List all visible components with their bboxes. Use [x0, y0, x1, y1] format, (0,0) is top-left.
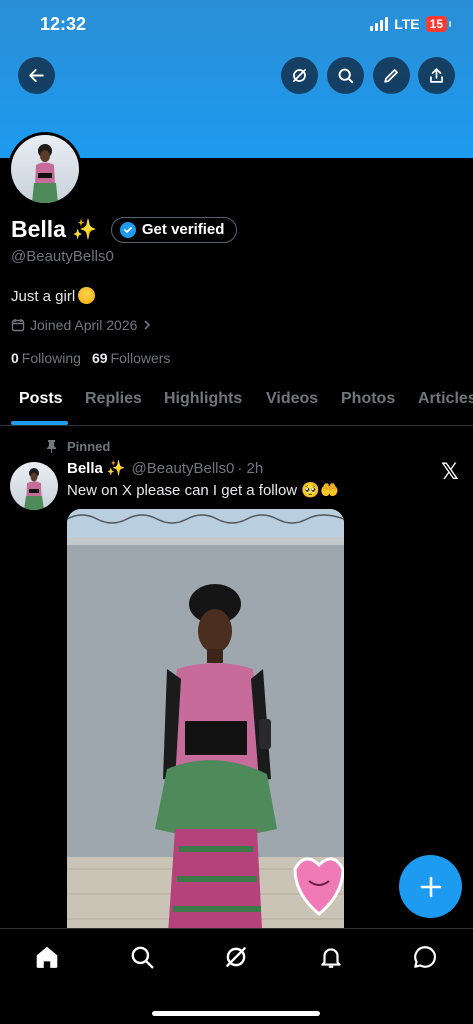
verified-check-icon — [119, 221, 136, 238]
battery-icon: 15 — [425, 16, 452, 32]
pin-icon — [47, 440, 56, 453]
compose-button[interactable] — [399, 855, 462, 918]
following-count: 0 — [11, 350, 19, 366]
pinned-indicator: Pinned — [46, 439, 110, 454]
nav-messages[interactable] — [411, 943, 439, 971]
pinned-label: Pinned — [67, 439, 111, 454]
post-author-avatar[interactable] — [10, 462, 58, 510]
nav-search[interactable] — [128, 943, 156, 971]
pleading-face-emoji — [78, 287, 96, 304]
post-body: New on X please can I get a follow — [67, 482, 298, 499]
grok-button[interactable] — [281, 57, 318, 94]
followers-count: 69 — [91, 350, 108, 366]
post-text: New on X please can I get a follow 🥺🤲 — [67, 481, 339, 499]
arrow-left-icon — [29, 69, 44, 82]
profile-tabs: Posts Replies Highlights Videos Photos A… — [0, 378, 473, 426]
signal-icon — [370, 17, 389, 31]
tab-videos[interactable]: Videos — [266, 390, 318, 408]
chevron-right-icon — [144, 320, 151, 330]
following-label: Following — [21, 350, 81, 366]
share-icon — [430, 68, 443, 83]
search-button[interactable] — [327, 57, 364, 94]
post-author-handle[interactable]: @BeautyBells0 — [132, 460, 235, 477]
bio-text: Just a girl — [11, 288, 76, 305]
following-link[interactable]: 0 Following — [11, 350, 81, 366]
nav-grok[interactable] — [222, 943, 250, 971]
status-indicators: LTE 15 — [370, 16, 452, 32]
get-verified-label: Get verified — [141, 221, 225, 238]
back-button[interactable] — [18, 57, 55, 94]
share-button[interactable] — [418, 57, 455, 94]
x-logo-icon: 𝕏 — [441, 459, 459, 484]
status-bar: 12:32 LTE 15 — [0, 0, 473, 52]
home-indicator — [152, 1011, 320, 1016]
bottom-nav — [0, 928, 473, 1024]
joined-label: Joined April 2026 — [30, 317, 138, 333]
profile-handle: @BeautyBells0 — [11, 248, 114, 265]
avatar-photo — [32, 144, 58, 203]
joined-date[interactable]: Joined April 2026 — [11, 317, 152, 333]
post-time: · 2h — [237, 459, 264, 477]
nav-notifications[interactable] — [317, 943, 345, 971]
profile-bio: Just a girl — [11, 287, 96, 305]
post-photo — [67, 509, 344, 949]
sparkles-emoji: ✨ — [71, 219, 97, 241]
post-image[interactable] — [67, 509, 344, 949]
followers-link[interactable]: 69 Followers — [92, 350, 170, 366]
home-icon — [36, 946, 58, 968]
followers-label: Followers — [110, 350, 171, 366]
tab-highlights[interactable]: Highlights — [164, 390, 242, 408]
active-tab-indicator — [11, 421, 68, 425]
post-author-emoji: ✨ — [106, 460, 126, 477]
nav-home[interactable] — [33, 943, 61, 971]
search-icon — [338, 68, 354, 84]
tab-replies[interactable]: Replies — [85, 390, 142, 408]
post-author-name[interactable]: Bella — [67, 460, 103, 477]
edit-button[interactable] — [373, 57, 410, 94]
status-time: 12:32 — [40, 14, 87, 34]
calendar-icon — [11, 319, 25, 332]
profile-name-row: Bella ✨ Get verified — [11, 216, 238, 243]
tab-articles[interactable]: Articles — [418, 390, 473, 408]
post-header: Bella ✨ @BeautyBells0 · 2h — [67, 459, 264, 478]
post-emojis: 🥺🤲 — [301, 482, 339, 499]
grok-icon — [226, 947, 246, 967]
search-icon — [131, 946, 154, 969]
plus-icon — [420, 876, 441, 897]
tab-posts[interactable]: Posts — [19, 390, 63, 408]
get-verified-button[interactable]: Get verified — [110, 216, 238, 243]
profile-avatar[interactable] — [8, 132, 82, 206]
tab-photos[interactable]: Photos — [341, 390, 395, 408]
grok-icon — [293, 69, 306, 82]
pencil-icon — [384, 69, 398, 83]
post-avatar-photo — [24, 468, 44, 510]
network-label: LTE — [394, 16, 420, 32]
messages-icon — [414, 946, 437, 968]
notifications-icon — [321, 948, 341, 968]
follow-stats: 0 Following 69 Followers — [11, 350, 170, 366]
profile-name: Bella — [11, 216, 66, 242]
